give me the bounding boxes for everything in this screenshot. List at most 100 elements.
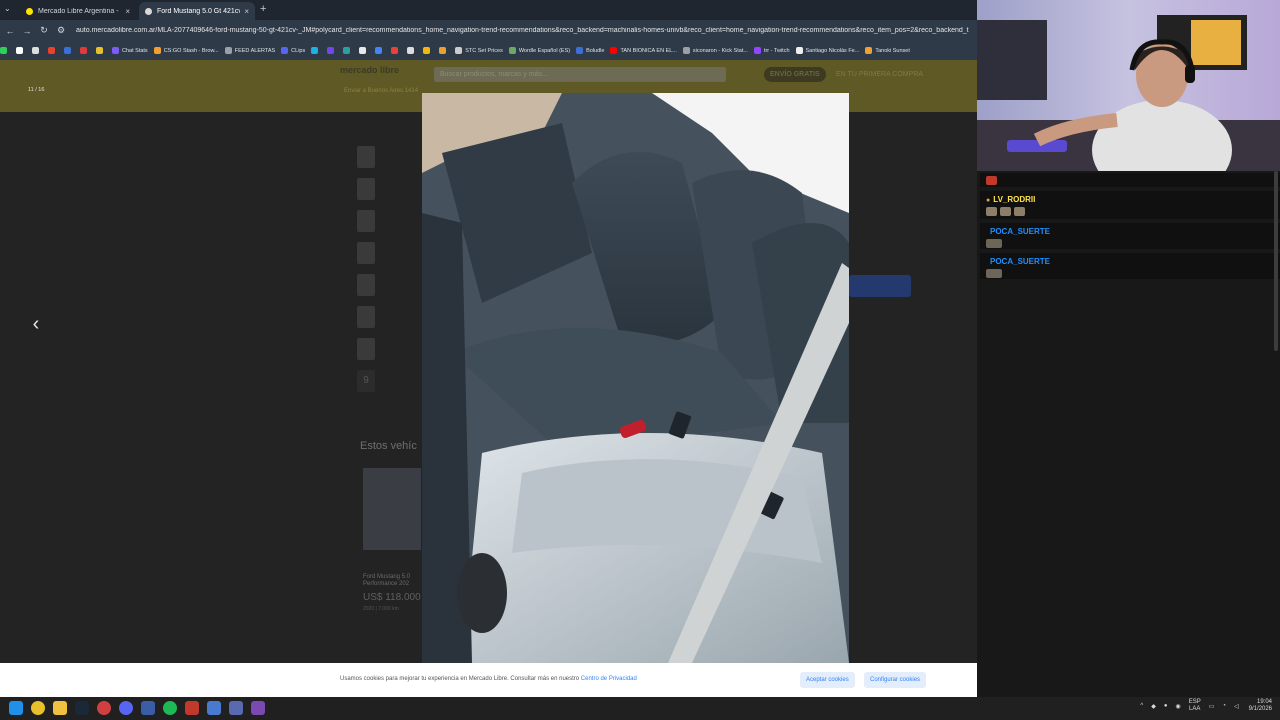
chat-message: [980, 173, 1280, 187]
tab-mercado-libre[interactable]: Mercado Libre Argentina - Env ×: [20, 2, 136, 20]
bookmark-item[interactable]: Tanoki Sunset: [865, 47, 910, 54]
bookmark-item[interactable]: [16, 47, 26, 54]
chrome-icon[interactable]: [31, 701, 45, 715]
network-icon[interactable]: ▭: [1209, 703, 1215, 710]
back-icon[interactable]: ←: [3, 26, 17, 36]
steam-icon[interactable]: [75, 701, 89, 715]
bookmark-favicon-icon: [64, 47, 71, 54]
gallery-thumbnail[interactable]: [357, 146, 375, 168]
site-info-icon[interactable]: ⚙: [54, 25, 68, 36]
language-indicator[interactable]: ESP LAA: [1189, 699, 1201, 713]
buy-button[interactable]: [849, 275, 911, 297]
chat-scrollbar[interactable]: [1274, 171, 1278, 351]
gallery-thumbnail[interactable]: [357, 178, 375, 200]
chat-username[interactable]: POCA_SUERTE: [990, 227, 1050, 236]
clock[interactable]: 19:04 9/1/2026: [1249, 699, 1272, 713]
bookmark-item[interactable]: [391, 47, 401, 54]
chat-emote: [1000, 207, 1011, 216]
chat-message: POCA_SUERTE: [980, 253, 1280, 279]
bookmark-label: STC Set Prices: [465, 47, 503, 54]
bookmark-favicon-icon: [311, 47, 319, 54]
bookmark-item[interactable]: [423, 47, 433, 54]
bookmark-item[interactable]: [32, 47, 42, 54]
gallery-thumbnail[interactable]: [357, 306, 375, 328]
volume-icon[interactable]: ◁: [1234, 703, 1239, 710]
language-code: ESP: [1188, 699, 1201, 705]
bookmark-item[interactable]: [96, 47, 106, 54]
chat-username[interactable]: LV_RODRII: [993, 195, 1035, 204]
bookmark-item[interactable]: Wordle Español (ES): [508, 47, 570, 54]
bookmark-item[interactable]: [343, 47, 353, 54]
windows-start-icon[interactable]: [9, 701, 23, 715]
chat-emote: [986, 207, 997, 216]
bookmark-item[interactable]: FEED ALERTAS: [224, 47, 275, 54]
app-icon[interactable]: [229, 701, 243, 715]
bookmark-item[interactable]: [407, 47, 417, 54]
bookmark-item[interactable]: [311, 47, 321, 54]
configure-cookies-button[interactable]: Configurar cookies: [864, 672, 927, 688]
gallery-thumbnail[interactable]: [357, 274, 375, 296]
app-icon[interactable]: [97, 701, 111, 715]
privacy-center-link[interactable]: Centro de Privacidad: [581, 676, 637, 682]
chat-username[interactable]: POCA_SUERTE: [990, 257, 1050, 266]
bookmark-item[interactable]: CS:GO Stash - Brow...: [153, 47, 219, 54]
tab-title: Ford Mustang 5.0 Gt 421cv | M: [157, 7, 241, 15]
microphone-icon[interactable]: ●: [1164, 703, 1168, 709]
close-tab-icon[interactable]: ×: [125, 7, 130, 16]
tray-chevron-icon[interactable]: ^: [1140, 703, 1143, 709]
reload-icon[interactable]: ↻: [37, 25, 51, 36]
bookmark-item[interactable]: [375, 47, 385, 54]
cookie-message: Usamos cookies para mejorar tu experienc…: [340, 676, 637, 682]
bookmark-item[interactable]: Boludle: [576, 47, 604, 54]
bookmark-item[interactable]: CLips: [281, 47, 305, 54]
more-thumbnails[interactable]: 9: [357, 370, 375, 392]
mercado-libre-favicon-icon: [26, 7, 33, 15]
gallery-thumbnail[interactable]: [357, 210, 375, 232]
discord-tray-icon[interactable]: ◉: [1175, 703, 1180, 710]
app-icon[interactable]: [207, 701, 221, 715]
address-bar[interactable]: auto.mercadolibre.com.ar/MLA-2077409646-…: [76, 27, 976, 34]
bookmark-item[interactable]: [0, 47, 10, 54]
mustang-rear-seat-photo: [422, 93, 849, 663]
bookmark-item[interactable]: siconaron - Kick Stat...: [682, 47, 748, 54]
app-icon[interactable]: [185, 701, 199, 715]
bookmark-item[interactable]: [439, 47, 449, 54]
accept-cookies-button[interactable]: Aceptar cookies: [800, 672, 855, 688]
file-explorer-icon[interactable]: [53, 701, 67, 715]
bookmark-item[interactable]: Santiago Nicolás Fe...: [795, 47, 859, 54]
spotify-icon[interactable]: [163, 701, 177, 715]
new-tab-button[interactable]: +: [260, 3, 266, 15]
forward-icon[interactable]: →: [20, 26, 34, 36]
mercado-libre-logo[interactable]: mercado libre: [340, 66, 399, 75]
webcam-feed: [977, 0, 1280, 171]
tab-search-icon[interactable]: ⌄: [4, 4, 11, 13]
similar-vehicle-card[interactable]: Ford Mustang 5.0 Performance 202 US$ 118…: [363, 468, 421, 648]
discord-icon[interactable]: [119, 701, 133, 715]
bookmark-item[interactable]: [359, 47, 369, 54]
bookmark-item[interactable]: TAN BIONICA EN EL...: [610, 47, 677, 54]
similar-vehicle-meta: 2020 | 7.000 km: [363, 606, 399, 612]
bookmark-item[interactable]: trr - Twitch: [753, 47, 790, 54]
app-icon[interactable]: [251, 701, 265, 715]
wifi-icon[interactable]: ◔: [1222, 703, 1226, 709]
search-input[interactable]: Buscar productos, marcas y más...: [434, 67, 726, 82]
promo-text: EN TU PRIMERA COMPRA: [836, 71, 923, 78]
close-tab-icon[interactable]: ×: [244, 7, 249, 16]
tab-ford-mustang[interactable]: Ford Mustang 5.0 Gt 421cv | M ×: [139, 2, 255, 20]
bookmark-item[interactable]: Chat Stats: [112, 47, 148, 54]
bookmark-label: CS:GO Stash - Brow...: [163, 47, 219, 54]
app-icon[interactable]: [141, 701, 155, 715]
delivery-location[interactable]: Enviar a Buenos Aires 1414: [344, 88, 418, 95]
tray-app-icon[interactable]: ◆: [1151, 703, 1156, 710]
gallery-thumbnail[interactable]: [357, 242, 375, 264]
previous-image-button[interactable]: ‹: [26, 313, 46, 336]
bookmark-item[interactable]: [80, 47, 90, 54]
bookmark-item[interactable]: [327, 47, 337, 54]
bookmark-favicon-icon: [80, 47, 87, 54]
gallery-thumbnail[interactable]: [357, 338, 375, 360]
bookmark-item[interactable]: [48, 47, 58, 54]
bookmark-item[interactable]: STC Set Prices: [455, 47, 503, 54]
bookmark-favicon-icon: [439, 47, 447, 54]
bookmark-label: Boludle: [586, 47, 605, 54]
bookmark-item[interactable]: [64, 47, 74, 54]
